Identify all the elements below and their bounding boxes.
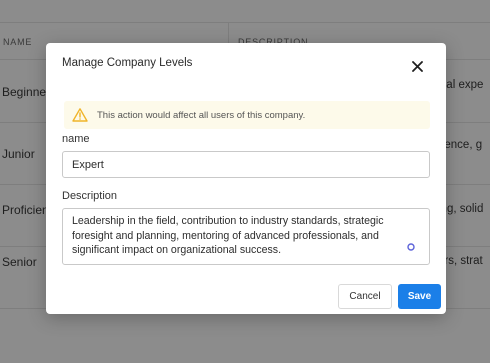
modal-title: Manage Company Levels: [62, 57, 193, 69]
cancel-button[interactable]: Cancel: [338, 284, 392, 309]
close-button[interactable]: [406, 55, 428, 77]
grammar-checker-icon[interactable]: [407, 243, 415, 251]
warning-triangle-icon: [72, 107, 88, 123]
manage-levels-modal: Manage Company Levels This action would …: [46, 43, 446, 314]
save-button[interactable]: Save: [398, 284, 441, 309]
name-input[interactable]: [62, 151, 430, 178]
name-label: name: [62, 133, 90, 145]
alert-text: This action would affect all users of th…: [97, 109, 306, 121]
description-textarea[interactable]: Leadership in the field, contribution to…: [62, 208, 430, 265]
close-icon: [411, 60, 423, 72]
description-label: Description: [62, 190, 118, 202]
warning-alert: This action would affect all users of th…: [64, 101, 430, 129]
